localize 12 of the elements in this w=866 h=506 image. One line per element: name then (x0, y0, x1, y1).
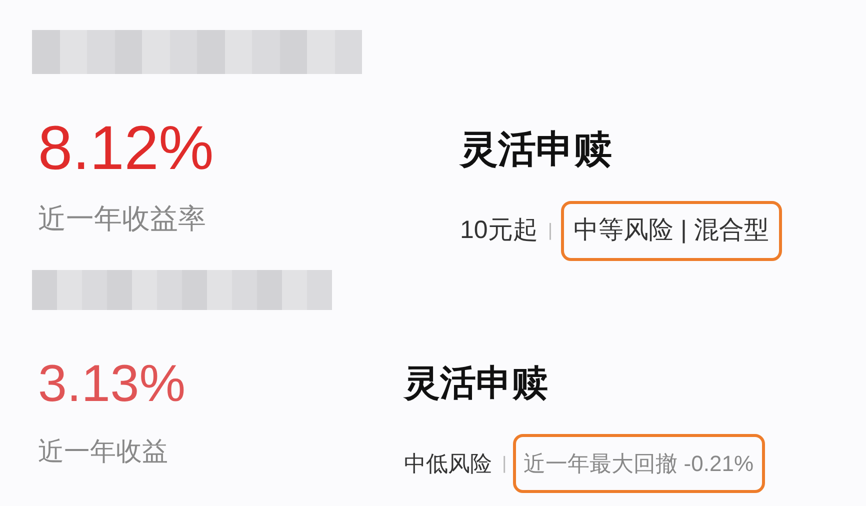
return-rate: 3.13% (38, 354, 186, 414)
separator: | (548, 219, 552, 242)
separator: | (502, 452, 507, 475)
redemption-title: 灵活申赎 (460, 128, 613, 173)
return-rate: 8.12% (38, 114, 215, 184)
redemption-title: 灵活申赎 (404, 361, 549, 405)
detail-text: 中低风险 (404, 450, 492, 478)
highlighted-detail: 中等风险 | 混合型 (560, 201, 782, 260)
highlighted-detail: 近一年最大回撤 -0.21% (512, 434, 765, 493)
return-label: 近一年收益 (38, 435, 169, 468)
return-label: 近一年收益率 (38, 202, 207, 236)
detail-text: 10元起 (460, 215, 538, 246)
